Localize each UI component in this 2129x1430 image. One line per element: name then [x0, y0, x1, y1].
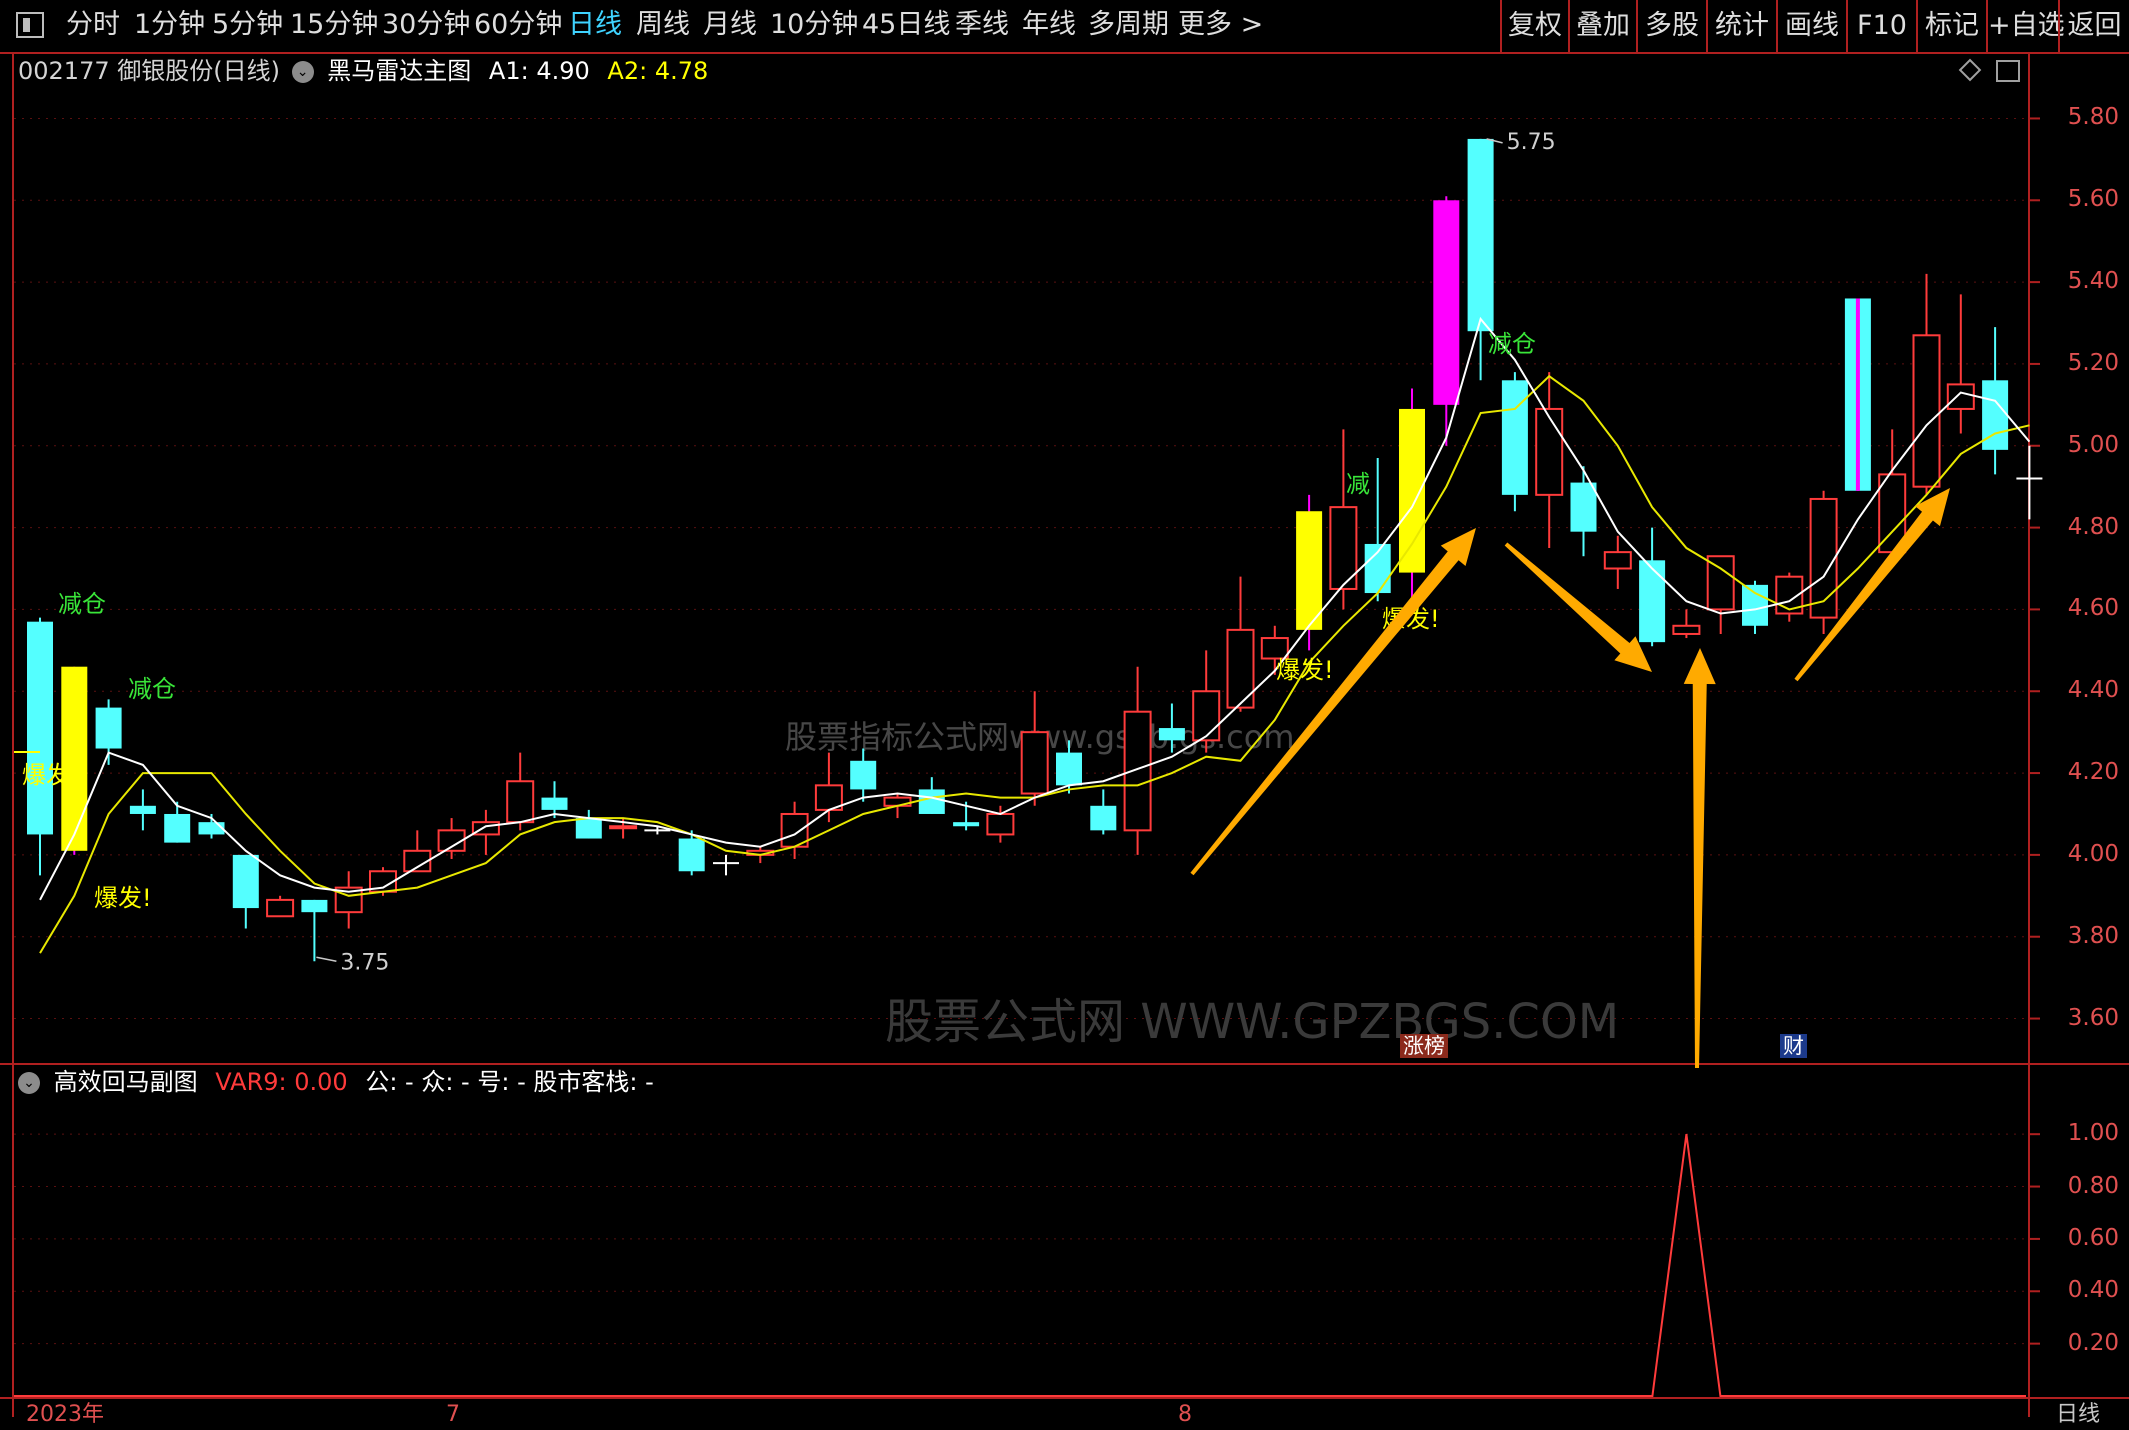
signal-burst-label: 爆发! [1276, 656, 1334, 684]
candle-body-down [1501, 380, 1528, 495]
candle-body-down [129, 805, 156, 814]
candle-body-magenta [1433, 200, 1460, 405]
signal-burst-label: 爆发! [22, 761, 80, 789]
candle-body-down [953, 822, 980, 827]
candle-body-down [164, 813, 191, 843]
month-8-label: 8 [1178, 1402, 1192, 1427]
candle-body-up [1672, 624, 1701, 635]
candle-body-down [678, 838, 705, 872]
candle-body-down [1467, 138, 1494, 332]
candle-body-up [609, 825, 638, 830]
candle-body-up [1809, 497, 1838, 619]
limit-up-badge[interactable]: 涨榜 [1400, 1034, 1448, 1058]
finance-badge[interactable]: 财 [1780, 1034, 1807, 1058]
candle-body-yellow [1296, 511, 1323, 630]
candle-body-down [301, 899, 328, 913]
trend-arrow-icon [1683, 648, 1716, 1069]
candle-body-up [1946, 383, 1975, 410]
stock-chart-window: 分时 1分钟 5分钟 15分钟 30分钟 60分钟 日线 周线 月线 10分钟 … [0, 0, 2129, 1427]
signal-reduce-label: 减仓 [58, 590, 106, 618]
candle-body-yellow [61, 666, 88, 851]
candlestick-chart[interactable]: 股票公式网 WWW.GPZBGS.COM股票指标公式网www.gszb.gs.c… [0, 0, 2129, 1417]
candle-body-up [1020, 731, 1049, 795]
candle-body-up [506, 780, 535, 824]
low-pointer [316, 956, 337, 963]
candle-body-up [266, 898, 295, 918]
watermark-large: 股票公式网 WWW.GPZBGS.COM [885, 994, 1619, 1050]
signal-burst-label: 爆发! [94, 884, 152, 912]
low-price-label: 3.75 [340, 950, 389, 975]
signal-reduce-label: 减仓 [128, 675, 176, 703]
candle-body-down [1570, 482, 1597, 532]
candle-body-down [1742, 584, 1768, 626]
candle-body-up [1192, 690, 1221, 742]
candle-signal-stripe [1855, 298, 1860, 491]
candle-body-down [850, 760, 877, 790]
candle-body-down [541, 797, 568, 810]
candle-body-up [1603, 551, 1632, 570]
candle-body-down [918, 789, 945, 814]
var9-line [14, 1134, 2026, 1397]
candle-body-down [95, 707, 122, 749]
signal-reduce-label: 减仓 [1488, 330, 1536, 358]
candle-body-down [1639, 560, 1666, 643]
year-label: 2023年 [26, 1402, 104, 1427]
candle-body-down [575, 818, 602, 839]
candle-body-down [27, 621, 53, 835]
candle-body-up [986, 812, 1015, 836]
candle-body-down [1158, 728, 1185, 741]
ma-line-yellow [39, 374, 2030, 954]
high-price-label: 5.75 [1507, 130, 1556, 155]
candle-body-up [1535, 407, 1564, 496]
month-7-label: 7 [446, 1402, 460, 1427]
period-tag: 日线 [2056, 1402, 2101, 1427]
candle-body-up [1912, 334, 1941, 488]
signal-reduce-label: 减 [1346, 470, 1370, 498]
candle-body-down [1090, 805, 1117, 831]
candle-body-up [1123, 710, 1152, 832]
candle-body-down [232, 854, 259, 909]
candle-body-down [198, 822, 225, 835]
candle-body-down [1056, 752, 1082, 786]
